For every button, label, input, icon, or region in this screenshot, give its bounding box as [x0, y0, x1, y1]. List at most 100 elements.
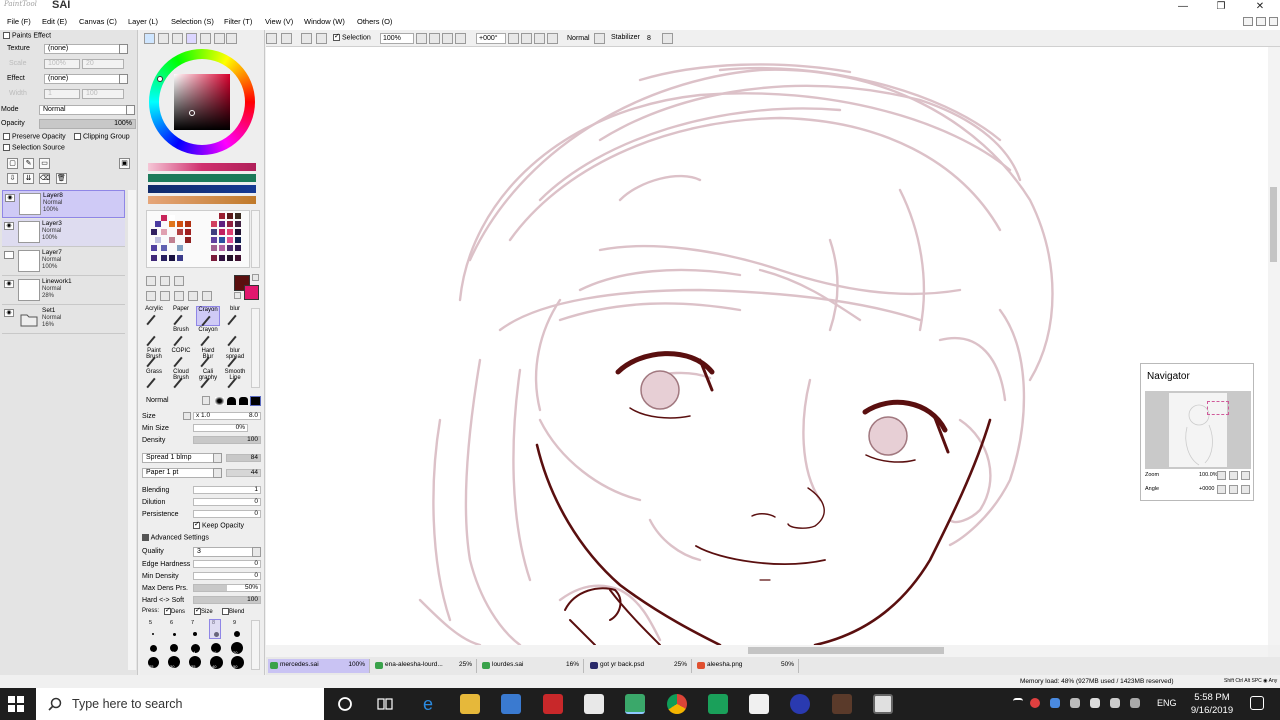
layer-mode-dropdown-icon[interactable]: [126, 105, 135, 115]
horizontal-scrollbar[interactable]: [266, 645, 1268, 657]
dilution-slider[interactable]: 0: [193, 498, 261, 506]
eye-icon[interactable]: ◉: [5, 194, 15, 202]
blue-app-icon[interactable]: [790, 694, 810, 714]
clear-layer-icon[interactable]: ⌫: [39, 173, 50, 184]
paper-slider[interactable]: 44: [226, 469, 261, 477]
preserve-opacity-checkbox[interactable]: [3, 133, 10, 140]
effect-select[interactable]: (none): [44, 74, 124, 84]
stabilizer-value[interactable]: 8: [644, 33, 660, 44]
color-wheel-tab-icon[interactable]: [144, 33, 155, 44]
eye-icon[interactable]: ◉: [4, 280, 14, 288]
zoom-field[interactable]: 100%: [380, 33, 414, 44]
size-preset-7[interactable]: [193, 632, 197, 636]
file-explorer-icon[interactable]: [460, 694, 480, 714]
tool-empty-4[interactable]: [142, 327, 166, 347]
brush-mode-dropdown-icon[interactable]: [202, 396, 210, 405]
value-slider[interactable]: [148, 185, 256, 193]
notification-icon[interactable]: [1250, 696, 1264, 710]
swatch-tab-icon[interactable]: [186, 33, 197, 44]
brush-shape-medium-icon[interactable]: [227, 397, 236, 405]
mail-icon[interactable]: [584, 694, 604, 714]
navigator-preview[interactable]: [1145, 391, 1251, 469]
saturation-slider[interactable]: [148, 174, 256, 182]
scale-value[interactable]: 20: [82, 59, 124, 69]
maximize-button[interactable]: ❐: [1201, 0, 1241, 14]
scale-field[interactable]: 100%: [44, 59, 80, 69]
paper-dropdown-icon[interactable]: [213, 468, 222, 478]
preserve-opacity-toggle[interactable]: Preserve Opacity: [3, 133, 66, 140]
pen-icon[interactable]: [1130, 698, 1140, 708]
rgb-slider-tab-icon[interactable]: [158, 33, 169, 44]
paints-effect-checkbox[interactable]: [3, 32, 10, 39]
brush-shape-hard-icon[interactable]: [239, 397, 248, 405]
brush-shape-soft-icon[interactable]: [215, 397, 224, 405]
cortana-icon[interactable]: [336, 695, 354, 713]
tool-paper[interactable]: Paper: [169, 306, 193, 326]
vertical-scroll-thumb[interactable]: [1270, 187, 1277, 262]
spread-dropdown-icon[interactable]: [213, 453, 222, 463]
redo-button[interactable]: [281, 33, 292, 44]
paper-texture-select[interactable]: Paper 1 pt: [142, 468, 222, 478]
min-density-slider[interactable]: 0: [193, 572, 261, 580]
tray-cloud-icon[interactable]: [1050, 698, 1060, 708]
store-icon[interactable]: [501, 694, 521, 714]
tool-grid-scrollbar[interactable]: [251, 308, 260, 388]
secondary-color-swatch[interactable]: [244, 285, 259, 300]
new-layer-icon[interactable]: ▢: [7, 158, 18, 169]
swatch-scrollbar[interactable]: [251, 210, 260, 268]
chrome-icon[interactable]: [667, 694, 687, 714]
file-tab-lourdes[interactable]: lourdes.sai 16%: [480, 659, 584, 673]
taskbar-clock[interactable]: 5:58 PM 9/16/2019: [1182, 691, 1242, 717]
hard-soft-slider[interactable]: 100: [193, 596, 261, 604]
blend-mode-button[interactable]: [594, 33, 605, 44]
zoom-reset-button[interactable]: [455, 33, 466, 44]
network-icon[interactable]: [1110, 698, 1120, 708]
swap-colors-icon[interactable]: [252, 274, 259, 281]
opacity-slider[interactable]: 100%: [39, 119, 136, 129]
file-tab-aleesha-png[interactable]: aleesha.png 50%: [695, 659, 799, 673]
quality-select[interactable]: 3: [193, 547, 261, 557]
horizontal-scroll-thumb[interactable]: [748, 647, 944, 654]
hsv-slider-tab-icon[interactable]: [172, 33, 183, 44]
doc-restore-button[interactable]: [1256, 17, 1266, 26]
windows-start-icon[interactable]: [8, 696, 24, 712]
notes-app-icon[interactable]: [749, 694, 769, 714]
press-size-checkbox[interactable]: [194, 606, 201, 615]
undo-button[interactable]: [266, 33, 277, 44]
new-folder-icon[interactable]: ▭: [39, 158, 50, 169]
rotate-right-button[interactable]: [521, 33, 532, 44]
quality-dropdown-icon[interactable]: [252, 547, 261, 557]
blending-slider[interactable]: 1: [193, 486, 261, 494]
tool-crayon[interactable]: Crayon: [196, 327, 220, 347]
brush-shape-flat-icon[interactable]: [250, 396, 261, 406]
layer-row-layer7[interactable]: Layer7 Normal 100%: [2, 248, 125, 276]
file-tab-mercedes[interactable]: mercedes.sai 100%: [268, 659, 370, 673]
color-wheel[interactable]: [149, 49, 255, 155]
keep-opacity-toggle[interactable]: Keep Opacity: [193, 520, 244, 529]
density-slider[interactable]: 100: [193, 436, 261, 444]
transfer-down-icon[interactable]: ⇩: [7, 173, 18, 184]
tool-acrylic[interactable]: Acrylic: [142, 306, 166, 326]
max-dens-slider[interactable]: 50%: [193, 584, 261, 592]
clipping-group-toggle[interactable]: Clipping Group: [74, 133, 130, 140]
hue-picker-handle[interactable]: [157, 76, 163, 82]
file-tab-ena-aleesha[interactable]: ena-aleesha-lourd... 25%: [373, 659, 477, 673]
menu-view[interactable]: View (V): [265, 17, 293, 26]
eye-icon[interactable]: ◉: [4, 309, 14, 317]
rotation-field[interactable]: +000°: [476, 33, 506, 44]
vertical-scrollbar[interactable]: [1268, 47, 1280, 645]
taskbar-search-box[interactable]: Type here to search: [36, 688, 324, 720]
volume-icon[interactable]: [1090, 698, 1100, 708]
transparent-color-icon[interactable]: [234, 292, 241, 299]
doc-close-button[interactable]: [1269, 17, 1278, 26]
spread-slider[interactable]: 84: [226, 454, 261, 462]
new-linework-layer-icon[interactable]: ✎: [23, 158, 34, 169]
press-density-checkbox[interactable]: [164, 606, 171, 615]
tray-device-icon[interactable]: [1070, 698, 1080, 708]
press-size-toggle[interactable]: Size: [194, 606, 213, 615]
nav-zoom-out-icon[interactable]: [1217, 471, 1226, 480]
size-multiplier-icon[interactable]: [183, 412, 191, 420]
tool-empty-7[interactable]: [223, 327, 247, 347]
advanced-settings-toggle[interactable]: Advanced Settings: [142, 534, 209, 541]
nav-rotate-right-icon[interactable]: [1229, 485, 1238, 494]
